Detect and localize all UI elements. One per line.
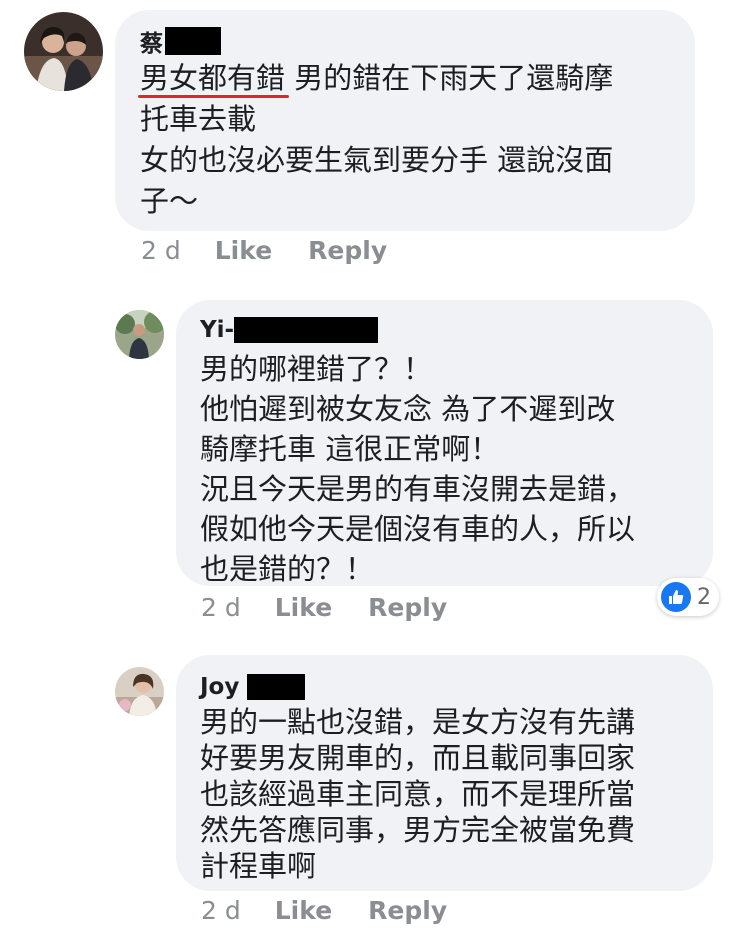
comment-actions: 2 d Like Reply — [201, 896, 483, 925]
timestamp[interactable]: 2 d — [201, 896, 241, 925]
comment-author[interactable]: Joy — [200, 672, 306, 702]
author-name: Joy — [200, 674, 240, 700]
reply-button[interactable]: Reply — [368, 896, 447, 925]
redaction-bar — [247, 674, 306, 700]
avatar[interactable] — [115, 667, 164, 716]
comment-text: 男的一點也沒錯，是女方沒有先講 好要男友開車的，而且載同事回家 也該經過車主同意… — [200, 705, 636, 883]
comment-3: Joy 男的一點也沒錯，是女方沒有先講 好要男友開車的，而且載同事回家 也該經過… — [0, 0, 749, 929]
like-button[interactable]: Like — [275, 896, 332, 925]
